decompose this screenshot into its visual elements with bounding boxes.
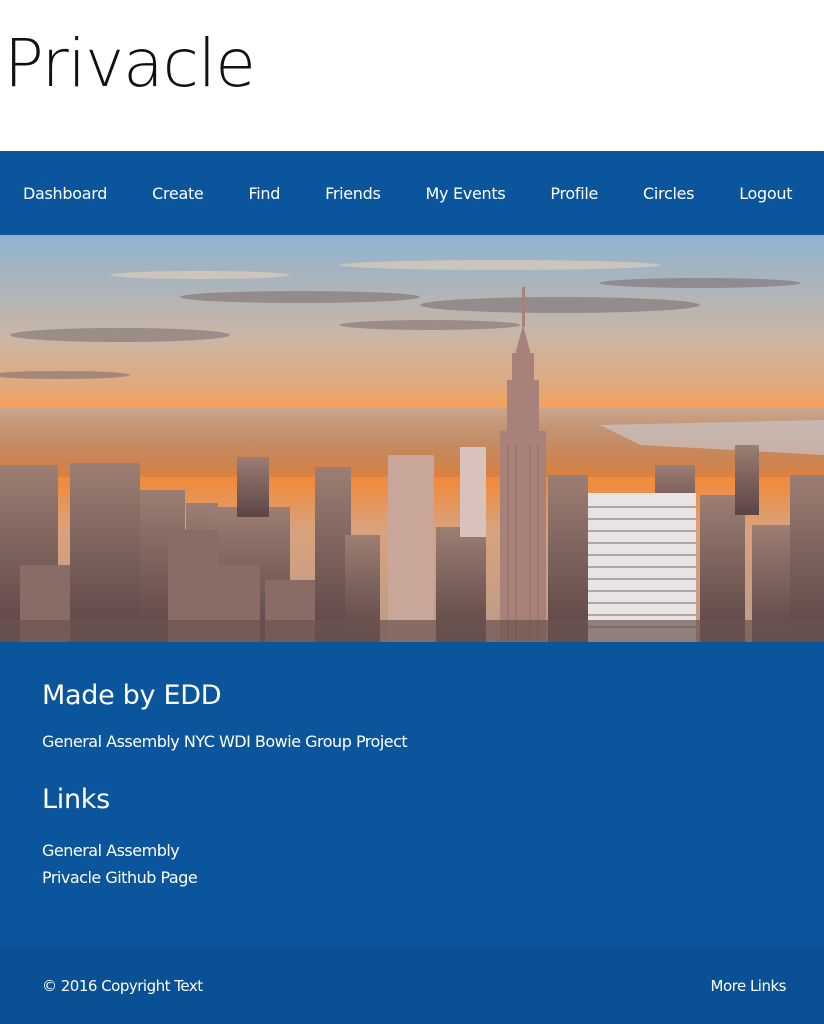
made-by-heading: Made by EDD: [42, 680, 222, 711]
more-links-link[interactable]: More Links: [711, 977, 787, 995]
nav-find[interactable]: Find: [248, 184, 280, 203]
nav-my-events[interactable]: My Events: [426, 184, 506, 203]
links-heading: Links: [42, 784, 110, 816]
link-github-page[interactable]: Privacle Github Page: [42, 864, 782, 891]
nav-friends[interactable]: Friends: [325, 184, 381, 203]
footer-bar: © 2016 Copyright Text More Links: [0, 948, 824, 1024]
hero-image: [0, 235, 824, 642]
nav-logout[interactable]: Logout: [739, 184, 792, 203]
brand-logo[interactable]: Privacle: [4, 27, 256, 101]
nav-create[interactable]: Create: [152, 184, 204, 203]
nav-profile[interactable]: Profile: [550, 184, 598, 203]
link-general-assembly[interactable]: General Assembly: [42, 837, 782, 864]
copyright-text: © 2016 Copyright Text: [42, 977, 203, 995]
nav-dashboard[interactable]: Dashboard: [23, 184, 107, 203]
project-description: General Assembly NYC WDI Bowie Group Pro…: [42, 732, 408, 752]
footer-content: Made by EDD General Assembly NYC WDI Bow…: [0, 642, 824, 948]
links-list: General Assembly Privacle Github Page: [42, 837, 782, 891]
main-nav: Dashboard Create Find Friends My Events …: [0, 151, 824, 235]
city-skyline-image: [0, 235, 824, 642]
nav-circles[interactable]: Circles: [643, 184, 694, 203]
site-header: Privacle: [0, 0, 824, 151]
